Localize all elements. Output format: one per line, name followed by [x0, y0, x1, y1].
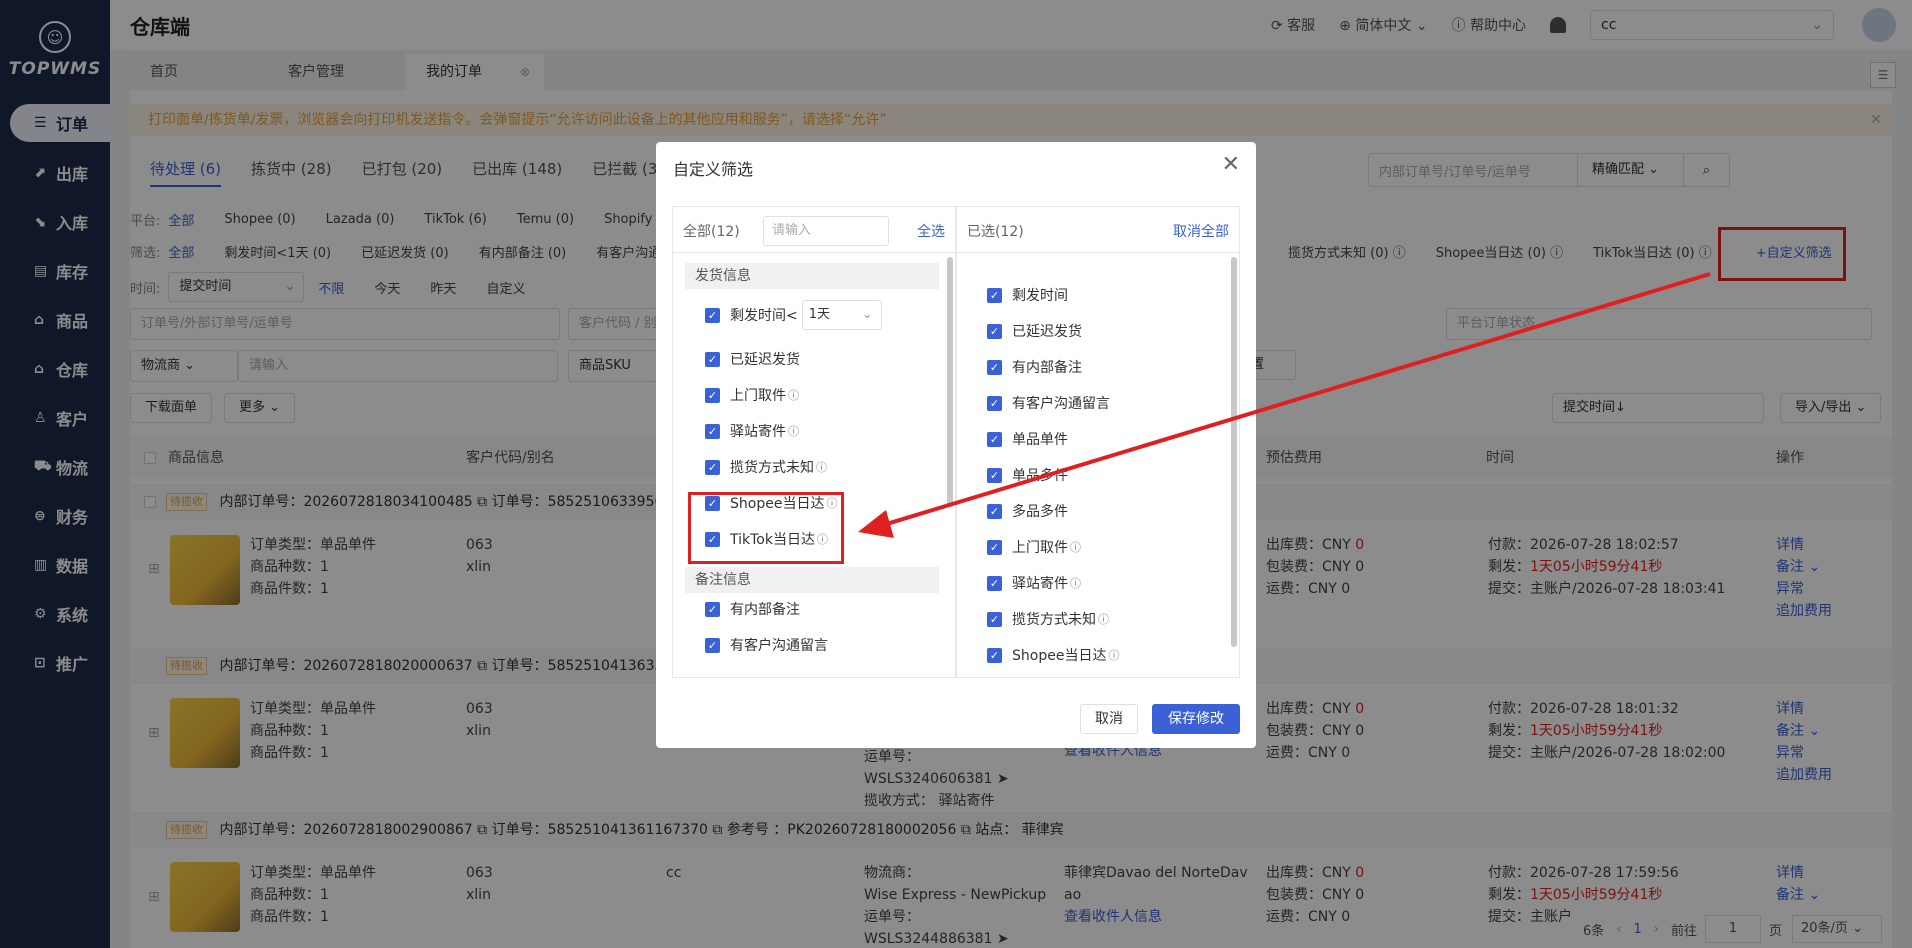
selected-delayed[interactable]: ✓ 已延迟发货 — [987, 321, 1082, 341]
option-label: Shopee当日达 — [1012, 648, 1107, 664]
option-customer-message[interactable]: ✓ 有客户沟通留言 — [705, 635, 828, 655]
remaining-time-select[interactable]: 1天 ⌄ — [801, 300, 882, 330]
option-label: 上门取件 — [1012, 540, 1068, 556]
option-label: 有客户沟通留言 — [730, 638, 828, 654]
question-icon: ⓘ — [788, 425, 799, 438]
selected-shopee-sameday[interactable]: ✓ Shopee当日达 ⓘ — [987, 645, 1119, 665]
checkbox-checked-icon: ✓ — [987, 323, 1002, 339]
selected-single-single[interactable]: ✓ 单品单件 — [987, 429, 1068, 449]
selected-single-multi[interactable]: ✓ 单品多件 — [987, 465, 1068, 485]
select-all-link[interactable]: 全选 — [917, 221, 945, 241]
selected-internal-note[interactable]: ✓ 有内部备注 — [987, 357, 1082, 377]
selected-remaining-time[interactable]: ✓ 剩发时间 — [987, 285, 1068, 305]
left-scrollbar[interactable] — [947, 257, 953, 507]
option-pickup-unknown[interactable]: ✓ 揽货方式未知 ⓘ — [705, 457, 827, 477]
question-icon: ⓘ — [1070, 577, 1081, 590]
checkbox-checked-icon: ✓ — [987, 431, 1002, 447]
selected-door-pickup[interactable]: ✓ 上门取件 ⓘ — [987, 537, 1081, 557]
option-remaining-time[interactable]: ✓ 剩发时间< 1天 ⌄ — [705, 300, 882, 330]
option-label: 已延迟发货 — [730, 352, 800, 368]
dialog-title: 自定义筛选 — [673, 160, 754, 179]
selected-filters-header: 已选(12) 取消全部 — [957, 207, 1239, 253]
checkbox-checked-icon: ✓ — [987, 611, 1002, 627]
question-icon: ⓘ — [1108, 649, 1120, 662]
cancel-all-link[interactable]: 取消全部 — [1173, 221, 1229, 241]
checkbox-checked-icon: ✓ — [987, 359, 1002, 375]
checkbox-checked-icon: ✓ — [987, 575, 1002, 591]
group-note-info: 备注信息 — [685, 567, 939, 593]
option-internal-note[interactable]: ✓ 有内部备注 — [705, 599, 800, 619]
question-icon: ⓘ — [816, 461, 827, 474]
question-icon: ⓘ — [788, 389, 799, 402]
checkbox-checked-icon: ✓ — [705, 601, 720, 617]
checkbox-checked-icon: ✓ — [705, 459, 720, 475]
question-icon: ⓘ — [1098, 613, 1109, 626]
all-filters-header: 全部(12) 请输入 全选 — [673, 207, 955, 253]
all-count: 全部(12) — [683, 224, 740, 240]
chevron-down-icon: ⌄ — [861, 307, 873, 322]
option-label: 驿站寄件 — [730, 424, 786, 440]
option-station-dropoff[interactable]: ✓ 驿站寄件 ⓘ — [705, 421, 799, 441]
checkbox-checked-icon: ✓ — [987, 503, 1002, 519]
selected-filters-pane: 已选(12) 取消全部 ✓ 剩发时间 ✓ 已延迟发货 ✓ 有内部备注 ✓ 有客户沟通留言… — [956, 206, 1240, 678]
option-label: 已延迟发货 — [1012, 324, 1082, 340]
custom-filter-dialog: 自定义筛选 ✕ 全部(12) 请输入 全选 发货信息 ✓ 剩发时间< 1天 ⌄ ✓ 已延… — [656, 142, 1256, 748]
save-button[interactable]: 保存修改 — [1152, 704, 1240, 734]
checkbox-checked-icon: ✓ — [987, 467, 1002, 483]
checkbox-checked-icon: ✓ — [705, 637, 720, 653]
option-delayed[interactable]: ✓ 已延迟发货 — [705, 349, 800, 369]
highlight-sameday-options — [688, 492, 844, 564]
right-scrollbar[interactable] — [1231, 257, 1237, 647]
checkbox-checked-icon: ✓ — [705, 351, 720, 367]
checkbox-checked-icon: ✓ — [705, 423, 720, 439]
group-shipping-info: 发货信息 — [685, 263, 939, 289]
cancel-button[interactable]: 取消 — [1080, 704, 1138, 734]
option-label: 揽货方式未知 — [1012, 612, 1096, 628]
checkbox-checked-icon: ✓ — [987, 395, 1002, 411]
filter-search-input[interactable]: 请输入 — [763, 216, 889, 246]
selected-count: 已选(12) — [967, 224, 1024, 240]
selected-station-dropoff[interactable]: ✓ 驿站寄件 ⓘ — [987, 573, 1081, 593]
option-label: 驿站寄件 — [1012, 576, 1068, 592]
close-icon[interactable]: ✕ — [1222, 152, 1240, 177]
checkbox-checked-icon: ✓ — [987, 539, 1002, 555]
checkbox-checked-icon: ✓ — [987, 647, 1002, 663]
option-label: 剩发时间< — [730, 308, 798, 324]
option-label: 有内部备注 — [1012, 360, 1082, 376]
option-label: 有内部备注 — [730, 602, 800, 618]
option-label: 剩发时间 — [1012, 288, 1068, 304]
selected-customer-message[interactable]: ✓ 有客户沟通留言 — [987, 393, 1110, 413]
question-icon: ⓘ — [1070, 541, 1081, 554]
option-label: 揽货方式未知 — [730, 460, 814, 476]
option-door-pickup[interactable]: ✓ 上门取件 ⓘ — [705, 385, 799, 405]
checkbox-checked-icon: ✓ — [705, 387, 720, 403]
selected-multi-multi[interactable]: ✓ 多品多件 — [987, 501, 1068, 521]
option-label: 多品多件 — [1012, 504, 1068, 520]
all-filters-pane: 全部(12) 请输入 全选 发货信息 ✓ 剩发时间< 1天 ⌄ ✓ 已延迟发货 ✓ 上门取… — [672, 206, 956, 678]
option-label: 单品单件 — [1012, 432, 1068, 448]
checkbox-checked-icon: ✓ — [987, 287, 1002, 303]
filter-search-placeholder: 请输入 — [772, 223, 812, 238]
option-label: 上门取件 — [730, 388, 786, 404]
checkbox-checked-icon: ✓ — [705, 307, 720, 323]
selected-pickup-unknown[interactable]: ✓ 揽货方式未知 ⓘ — [987, 609, 1109, 629]
remaining-time-value: 1天 — [808, 307, 831, 322]
option-label: 有客户沟通留言 — [1012, 396, 1110, 412]
option-label: 单品多件 — [1012, 468, 1068, 484]
